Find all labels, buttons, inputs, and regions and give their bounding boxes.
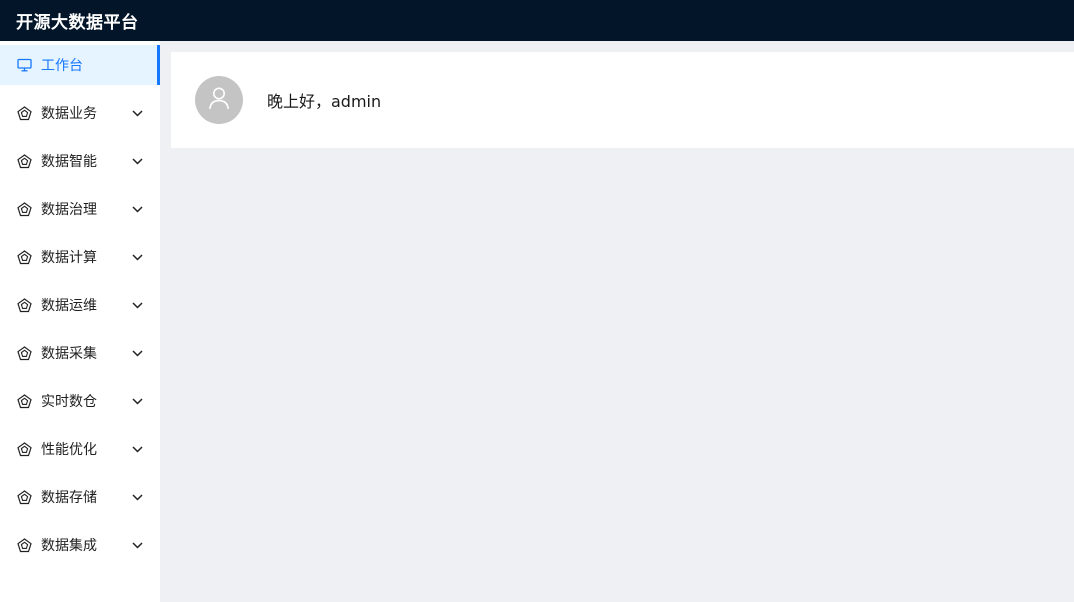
sidebar-item-workbench[interactable]: 工作台 [0, 45, 160, 85]
chevron-down-icon [130, 106, 144, 120]
sidebar-item-label: 数据存储 [41, 490, 97, 506]
sidebar-item-data-collection[interactable]: 数据采集 [0, 333, 160, 373]
sidebar-item-label: 实时数仓 [41, 394, 97, 410]
chevron-down-icon [130, 490, 144, 504]
sidebar-item-performance[interactable]: 性能优化 [0, 429, 160, 469]
pentagon-icon [16, 201, 32, 217]
pentagon-icon [16, 249, 32, 265]
pentagon-icon [16, 537, 32, 553]
chevron-down-icon [130, 394, 144, 408]
sidebar-item-data-governance[interactable]: 数据治理 [0, 189, 160, 229]
sidebar-item-realtime-warehouse[interactable]: 实时数仓 [0, 381, 160, 421]
main-content: 晚上好，admin [160, 41, 1074, 602]
sidebar-item-label: 数据集成 [41, 538, 97, 554]
pentagon-icon [16, 441, 32, 457]
sidebar-item-label: 数据采集 [41, 346, 97, 362]
chevron-down-icon [130, 346, 144, 360]
avatar[interactable] [195, 76, 243, 124]
sidebar-item-data-intelligence[interactable]: 数据智能 [0, 141, 160, 181]
sidebar-item-data-business[interactable]: 数据业务 [0, 93, 160, 133]
pentagon-icon [16, 153, 32, 169]
chevron-down-icon [130, 154, 144, 168]
top-header: 开源大数据平台 [0, 0, 1074, 41]
sidebar-item-label: 工作台 [41, 58, 83, 74]
welcome-card: 晚上好，admin [171, 52, 1074, 148]
app-title: 开源大数据平台 [16, 13, 139, 33]
sidebar-item-data-ops[interactable]: 数据运维 [0, 285, 160, 325]
sidebar: 工作台 数据业务 数据智能 数据治理 数据计算 数据运维 数据采集 实时数仓 性… [0, 41, 160, 602]
monitor-icon [16, 57, 32, 73]
sidebar-item-label: 数据运维 [41, 298, 97, 314]
sidebar-item-data-integration[interactable]: 数据集成 [0, 525, 160, 565]
chevron-down-icon [130, 202, 144, 216]
pentagon-icon [16, 297, 32, 313]
sidebar-item-data-storage[interactable]: 数据存储 [0, 477, 160, 517]
pentagon-icon [16, 345, 32, 361]
sidebar-item-data-compute[interactable]: 数据计算 [0, 237, 160, 277]
sidebar-item-label: 性能优化 [41, 442, 97, 458]
sidebar-item-label: 数据计算 [41, 250, 97, 266]
sidebar-item-label: 数据业务 [41, 106, 97, 122]
chevron-down-icon [130, 250, 144, 264]
user-icon [208, 86, 230, 114]
pentagon-icon [16, 393, 32, 409]
sidebar-item-label: 数据治理 [41, 202, 97, 218]
chevron-down-icon [130, 538, 144, 552]
greeting-text: 晚上好，admin [267, 92, 382, 111]
pentagon-icon [16, 105, 32, 121]
chevron-down-icon [130, 298, 144, 312]
sidebar-item-label: 数据智能 [41, 154, 97, 170]
chevron-down-icon [130, 442, 144, 456]
pentagon-icon [16, 489, 32, 505]
